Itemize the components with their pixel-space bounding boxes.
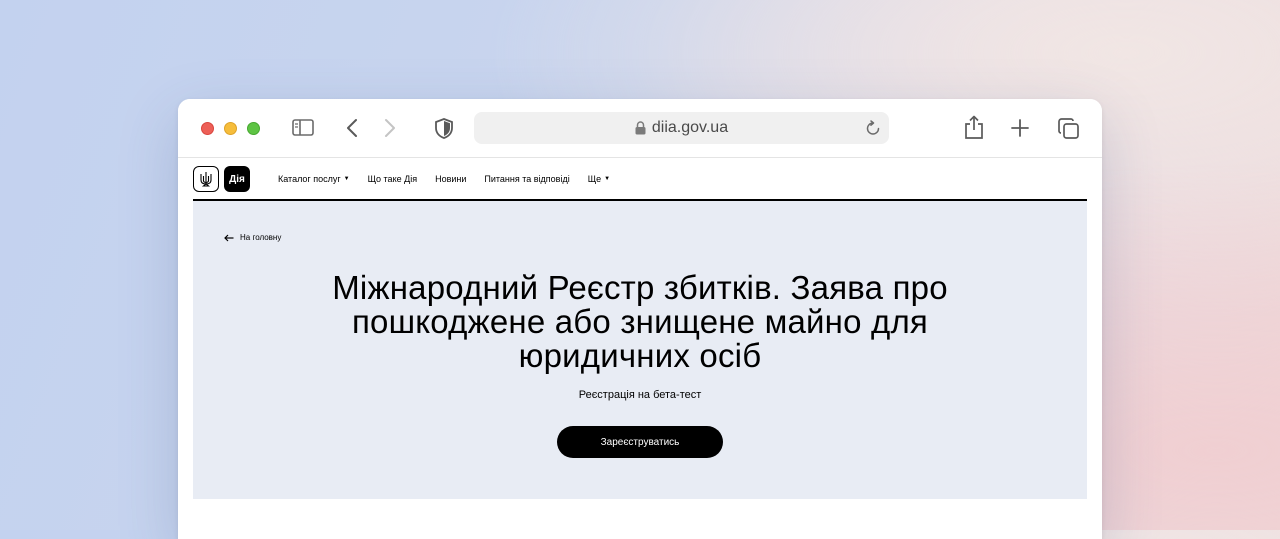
reload-icon[interactable] <box>866 120 880 141</box>
plus-icon[interactable] <box>1010 118 1030 138</box>
caret-down-icon: ▼ <box>343 176 350 182</box>
page-subtitle: Реєстрація на бета-тест <box>578 389 702 401</box>
back-home-link[interactable]: На головну <box>224 233 281 242</box>
main-nav: Каталог послуг ▼ Що таке Дія Новини Пита… <box>278 158 610 200</box>
back-arrow-icon[interactable] <box>342 117 362 139</box>
close-window-button[interactable] <box>201 122 214 135</box>
zoom-window-button[interactable] <box>247 122 260 135</box>
nav-item-label: Ще <box>587 174 602 184</box>
lock-icon <box>635 121 646 135</box>
url-text: diia.gov.ua <box>651 119 729 136</box>
site-header: Дія Каталог послуг ▼ Що таке Дія Новини … <box>178 158 1102 201</box>
nav-item-label: Що таке Дія <box>367 174 418 184</box>
forward-arrow-icon[interactable] <box>380 117 400 139</box>
nav-item-label: Каталог послуг <box>278 174 341 184</box>
shield-icon[interactable] <box>434 117 454 139</box>
diia-logo[interactable]: Дія <box>224 166 250 192</box>
nav-item-label: Новини <box>435 174 467 184</box>
nav-item-label: Питання та відповіді <box>484 174 570 184</box>
nav-item-more[interactable]: Ще ▼ <box>588 174 610 184</box>
caret-down-icon: ▼ <box>604 176 611 182</box>
browser-window: diia.gov.ua Дія Каталог послуг ▼ Що таке… <box>178 99 1102 539</box>
tabs-icon[interactable] <box>1057 117 1079 139</box>
register-button[interactable]: Зареєструватись <box>557 426 723 458</box>
back-home-label: На головну <box>240 233 282 242</box>
nav-item-catalog[interactable]: Каталог послуг ▼ <box>278 174 350 184</box>
share-icon[interactable] <box>963 114 985 140</box>
trident-logo-icon[interactable] <box>193 166 219 192</box>
nav-item-news[interactable]: Новини <box>435 174 466 184</box>
page-title: Міжнародний Реєстр збитків. Заява про по… <box>332 269 948 374</box>
nav-item-faq[interactable]: Питання та відповіді <box>484 174 569 184</box>
browser-toolbar: diia.gov.ua <box>178 99 1102 158</box>
address-bar[interactable]: diia.gov.ua <box>474 112 889 144</box>
hero-section: На головну Міжнародний Реєстр збитків. З… <box>193 201 1087 499</box>
minimize-window-button[interactable] <box>224 122 237 135</box>
sidebar-icon[interactable] <box>291 117 315 137</box>
arrow-left-icon <box>224 234 234 241</box>
nav-item-about[interactable]: Що таке Дія <box>368 174 417 184</box>
